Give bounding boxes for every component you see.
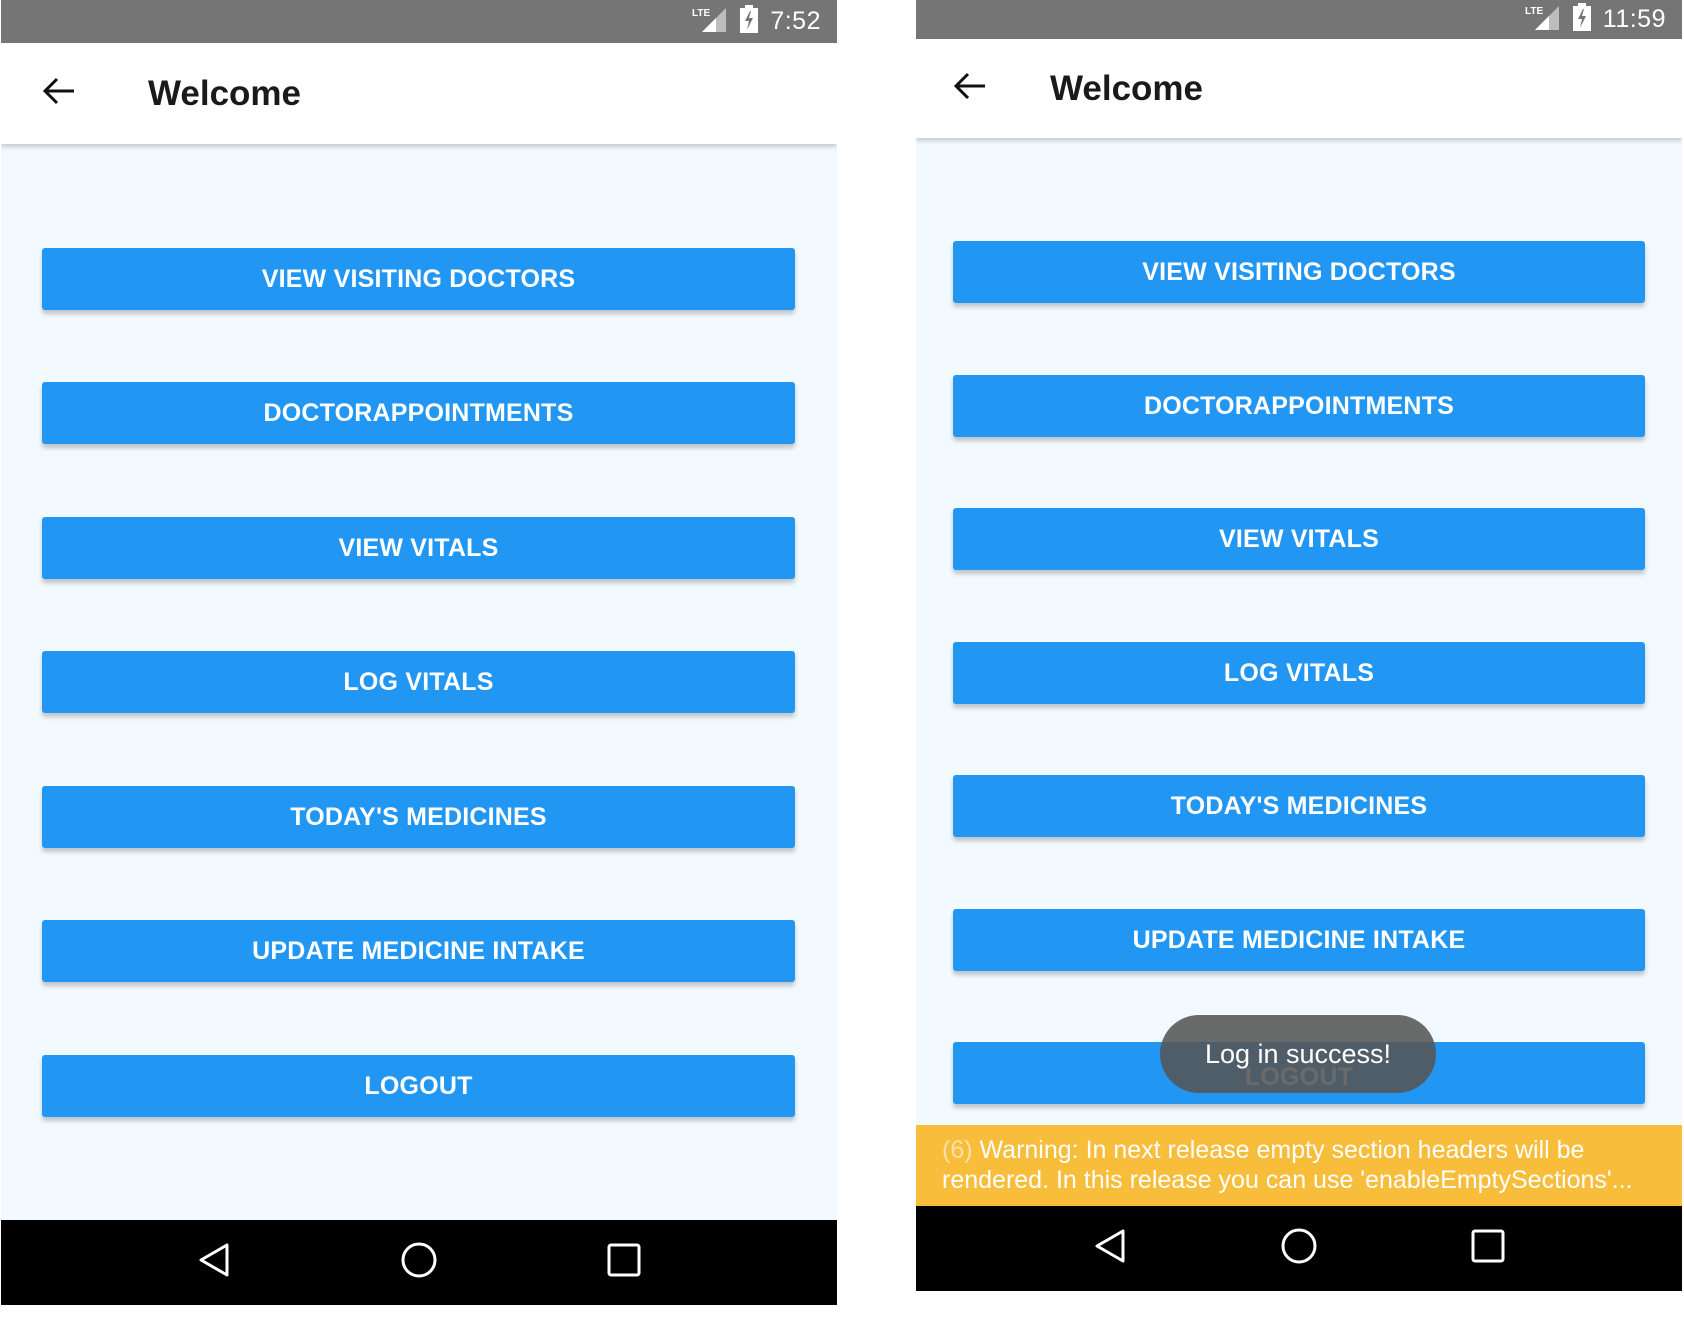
status-time: 7:52 [770, 7, 821, 35]
app-bar: Welcome [1, 43, 837, 144]
arrow-left-icon [953, 71, 987, 106]
view-visiting-doctors-button[interactable]: VIEW VISITING DOCTORS [42, 248, 795, 310]
svg-text:LTE: LTE [1525, 6, 1543, 17]
system-nav-bar [916, 1206, 1682, 1291]
update-medicine-intake-button[interactable]: UPDATE MEDICINE INTAKE [953, 909, 1645, 971]
update-medicine-intake-button[interactable]: UPDATE MEDICINE INTAKE [42, 920, 795, 982]
battery-charging-icon [740, 5, 759, 38]
log-vitals-button[interactable]: LOG VITALS [42, 651, 795, 713]
warning-count: (6) [942, 1136, 973, 1164]
phone-screen-right: LTE 11:59 Welcome VIEW VISITING DOCTORS … [916, 0, 1682, 1291]
nav-home-button[interactable] [1277, 1227, 1321, 1271]
lte-signal-icon: LTE [692, 6, 728, 37]
status-bar: LTE 7:52 [1, 0, 837, 43]
todays-medicines-button[interactable]: TODAY'S MEDICINES [42, 786, 795, 848]
back-button[interactable] [41, 76, 77, 112]
svg-text:LTE: LTE [692, 8, 710, 19]
nav-recents-button[interactable] [602, 1241, 646, 1285]
lte-signal-icon: LTE [1525, 4, 1561, 35]
yellow-box-warning[interactable]: (6) Warning: In next release empty secti… [916, 1125, 1682, 1206]
todays-medicines-button[interactable]: TODAY'S MEDICINES [953, 775, 1645, 837]
battery-charging-icon [1572, 3, 1591, 36]
circle-home-icon [400, 1241, 438, 1284]
app-bar: Welcome [916, 39, 1682, 138]
triangle-back-icon [197, 1242, 231, 1283]
square-recents-icon [606, 1242, 642, 1283]
triangle-back-icon [1093, 1228, 1127, 1269]
system-nav-bar [1, 1220, 837, 1305]
nav-recents-button[interactable] [1466, 1227, 1510, 1271]
doctor-appointments-button[interactable]: DOCTORAPPOINTMENTS [42, 382, 795, 444]
page-title: Welcome [148, 73, 302, 113]
status-icons: LTE 11:59 [1525, 0, 1666, 39]
logout-button[interactable]: LOGOUT [42, 1055, 795, 1117]
page-title: Welcome [1050, 68, 1204, 108]
log-vitals-button[interactable]: LOG VITALS [953, 642, 1645, 704]
nav-back-button[interactable] [192, 1241, 236, 1285]
status-bar: LTE 11:59 [916, 0, 1682, 39]
back-button[interactable] [952, 71, 988, 107]
square-recents-icon [1470, 1228, 1506, 1269]
view-visiting-doctors-button[interactable]: VIEW VISITING DOCTORS [953, 241, 1645, 303]
arrow-left-icon [42, 76, 76, 111]
circle-home-icon [1280, 1227, 1318, 1270]
view-vitals-button[interactable]: VIEW VITALS [953, 508, 1645, 570]
status-time: 11:59 [1602, 5, 1666, 33]
warning-text: Warning: In next release empty section h… [942, 1136, 1633, 1194]
doctor-appointments-button[interactable]: DOCTORAPPOINTMENTS [953, 375, 1645, 437]
nav-home-button[interactable] [397, 1241, 441, 1285]
toast-message: Log in success! [1160, 1015, 1436, 1093]
phone-screen-left: LTE 7:52 Welcome VIEW VISITING DOCTORS D… [1, 0, 837, 1305]
nav-back-button[interactable] [1088, 1227, 1132, 1271]
view-vitals-button[interactable]: VIEW VITALS [42, 517, 795, 579]
status-icons: LTE 7:52 [692, 0, 821, 43]
